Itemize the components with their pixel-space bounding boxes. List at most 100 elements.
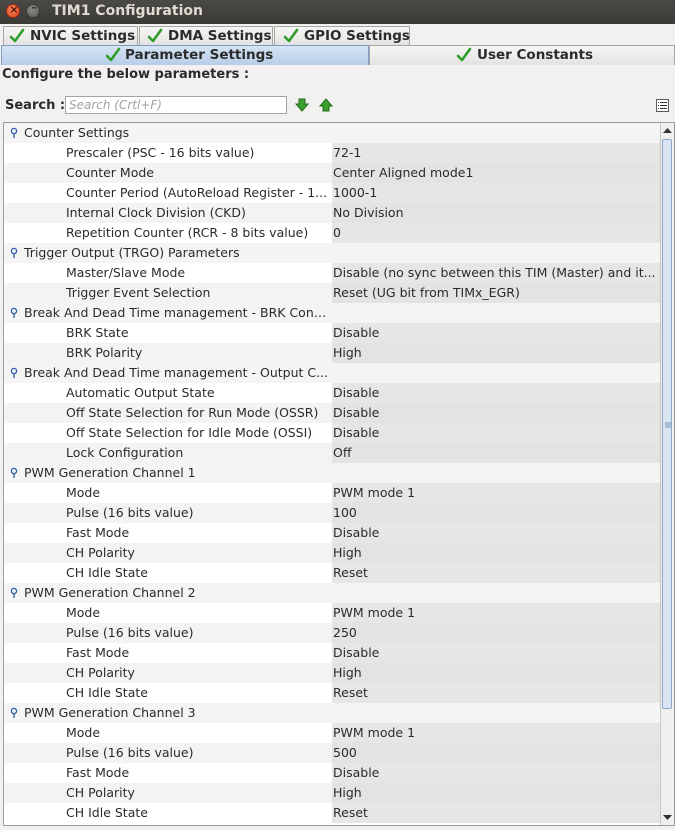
parameter-value[interactable]: Disable xyxy=(332,403,660,423)
parameter-value[interactable]: Reset xyxy=(332,683,660,703)
parameter-value[interactable]: Disable (no sync between this TIM (Maste… xyxy=(332,263,660,283)
collapse-toggle-icon[interactable] xyxy=(8,367,20,379)
group-header[interactable]: PWM Generation Channel 3 xyxy=(4,703,660,723)
collapse-toggle-icon[interactable] xyxy=(8,127,20,139)
parameter-value[interactable]: PWM mode 1 xyxy=(332,603,660,623)
tab-parameter-settings[interactable]: Parameter Settings xyxy=(1,45,369,65)
parameter-row[interactable]: CH Idle State Reset xyxy=(4,563,660,583)
group-header[interactable]: Counter Settings xyxy=(4,123,660,143)
parameter-row[interactable]: Counter Period (AutoReload Register - 1.… xyxy=(4,183,660,203)
parameter-row[interactable]: Repetition Counter (RCR - 8 bits value) 0 xyxy=(4,223,660,243)
parameter-row[interactable]: Pulse (16 bits value) 100 xyxy=(4,503,660,523)
parameter-row[interactable]: Off State Selection for Idle Mode (OSSI)… xyxy=(4,423,660,443)
parameter-value[interactable]: Disable xyxy=(332,383,660,403)
parameter-name: Internal Clock Division (CKD) xyxy=(66,205,246,220)
parameter-row[interactable]: Fast Mode Disable xyxy=(4,523,660,543)
vertical-scrollbar[interactable] xyxy=(660,123,674,825)
parameter-row[interactable]: CH Polarity High xyxy=(4,543,660,563)
parameter-row[interactable]: CH Polarity High xyxy=(4,783,660,803)
tab-dma-settings[interactable]: DMA Settings xyxy=(139,26,273,46)
parameter-row[interactable]: Fast Mode Disable xyxy=(4,763,660,783)
search-next-icon[interactable] xyxy=(295,98,309,112)
parameter-name: Trigger Event Selection xyxy=(66,285,211,300)
group-header[interactable]: PWM Generation Channel 2 xyxy=(4,583,660,603)
parameter-value[interactable]: 72-1 xyxy=(332,143,660,163)
parameter-row[interactable]: BRK State Disable xyxy=(4,323,660,343)
parameter-row[interactable]: Fast Mode Disable xyxy=(4,643,660,663)
parameter-name: Counter Period (AutoReload Register - 1.… xyxy=(66,185,328,200)
parameter-value[interactable]: Reset (UG bit from TIMx_EGR) xyxy=(332,283,660,303)
parameter-value[interactable]: No Division xyxy=(332,203,660,223)
parameter-value[interactable]: Reset xyxy=(332,563,660,583)
parameter-name: Off State Selection for Run Mode (OSSR) xyxy=(66,405,319,420)
tab-label: DMA Settings xyxy=(168,28,272,44)
parameter-value[interactable]: 500 xyxy=(332,743,660,763)
parameter-value[interactable]: Disable xyxy=(332,423,660,443)
parameter-row[interactable]: Off State Selection for Run Mode (OSSR) D… xyxy=(4,403,660,423)
minimize-button[interactable]: – xyxy=(26,1,40,18)
parameter-row[interactable]: Master/Slave Mode Disable (no sync betwee… xyxy=(4,263,660,283)
parameter-name: CH Polarity xyxy=(66,665,135,680)
tab-nvic-settings[interactable]: NVIC Settings xyxy=(3,26,138,46)
parameter-value[interactable]: Disable xyxy=(332,523,660,543)
parameter-tree[interactable]: Counter Settings Prescaler (PSC - 16 bits… xyxy=(3,122,675,826)
parameter-row[interactable]: Internal Clock Division (CKD) No Division xyxy=(4,203,660,223)
parameter-row[interactable]: Counter Mode Center Aligned mode1 xyxy=(4,163,660,183)
parameter-value[interactable]: Off xyxy=(332,443,660,463)
tab-label: NVIC Settings xyxy=(30,28,136,44)
parameter-name: Fast Mode xyxy=(66,645,130,660)
collapse-toggle-icon[interactable] xyxy=(8,467,20,479)
collapse-toggle-icon[interactable] xyxy=(8,307,20,319)
parameter-value[interactable]: Disable xyxy=(332,323,660,343)
group-header[interactable]: PWM Generation Channel 1 xyxy=(4,463,660,483)
parameter-row[interactable]: Mode PWM mode 1 xyxy=(4,723,660,743)
parameter-row[interactable]: Pulse (16 bits value) 500 xyxy=(4,743,660,763)
parameter-row[interactable]: Trigger Event Selection Reset (UG bit fro… xyxy=(4,283,660,303)
parameter-name: CH Idle State xyxy=(66,805,148,820)
parameter-value[interactable]: 100 xyxy=(332,503,660,523)
parameter-row[interactable]: Automatic Output State Disable xyxy=(4,383,660,403)
collapse-toggle-icon[interactable] xyxy=(8,707,20,719)
parameter-name: Automatic Output State xyxy=(66,385,215,400)
tab-gpio-settings[interactable]: GPIO Settings xyxy=(274,26,410,46)
parameter-value[interactable]: Disable xyxy=(332,763,660,783)
parameter-value[interactable]: PWM mode 1 xyxy=(332,723,660,743)
search-input[interactable] xyxy=(65,96,287,114)
parameter-name: Lock Configuration xyxy=(66,445,184,460)
check-icon xyxy=(283,28,299,43)
parameter-value[interactable]: Disable xyxy=(332,643,660,663)
parameter-value[interactable]: PWM mode 1 xyxy=(332,483,660,503)
parameter-value[interactable]: 0 xyxy=(332,223,660,243)
parameter-row[interactable]: CH Idle State Reset xyxy=(4,803,660,823)
parameter-row[interactable]: Mode PWM mode 1 xyxy=(4,603,660,623)
group-header[interactable]: Trigger Output (TRGO) Parameters xyxy=(4,243,660,263)
parameter-value[interactable]: 1000-1 xyxy=(332,183,660,203)
parameter-value[interactable]: High xyxy=(332,543,660,563)
scrollbar-thumb[interactable] xyxy=(662,139,672,709)
parameter-value[interactable]: Reset xyxy=(332,803,660,823)
parameter-row[interactable]: Prescaler (PSC - 16 bits value) 72-1 xyxy=(4,143,660,163)
scroll-up-icon[interactable] xyxy=(661,124,674,138)
parameter-row[interactable]: CH Idle State Reset xyxy=(4,683,660,703)
collapse-toggle-icon[interactable] xyxy=(8,247,20,259)
parameter-value[interactable]: High xyxy=(332,783,660,803)
parameter-row[interactable]: BRK Polarity High xyxy=(4,343,660,363)
tab-user-constants[interactable]: User Constants xyxy=(369,45,675,65)
parameter-value[interactable]: High xyxy=(332,663,660,683)
parameter-row[interactable]: CH Polarity High xyxy=(4,663,660,683)
scroll-down-icon[interactable] xyxy=(661,810,674,824)
parameter-row[interactable]: Mode PWM mode 1 xyxy=(4,483,660,503)
parameter-value[interactable]: High xyxy=(332,343,660,363)
parameter-row[interactable]: Pulse (16 bits value) 250 xyxy=(4,623,660,643)
parameter-name: Pulse (16 bits value) xyxy=(66,505,194,520)
group-name: Trigger Output (TRGO) Parameters xyxy=(24,245,240,260)
search-previous-icon[interactable] xyxy=(319,98,333,112)
parameter-value[interactable]: Center Aligned mode1 xyxy=(332,163,660,183)
parameter-row[interactable]: Lock Configuration Off xyxy=(4,443,660,463)
list-view-icon[interactable] xyxy=(656,99,669,112)
collapse-toggle-icon[interactable] xyxy=(8,587,20,599)
group-header[interactable]: Break And Dead Time management - BRK Con… xyxy=(4,303,660,323)
close-button[interactable]: × xyxy=(6,3,20,18)
group-header[interactable]: Break And Dead Time management - Output … xyxy=(4,363,660,383)
parameter-value[interactable]: 250 xyxy=(332,623,660,643)
